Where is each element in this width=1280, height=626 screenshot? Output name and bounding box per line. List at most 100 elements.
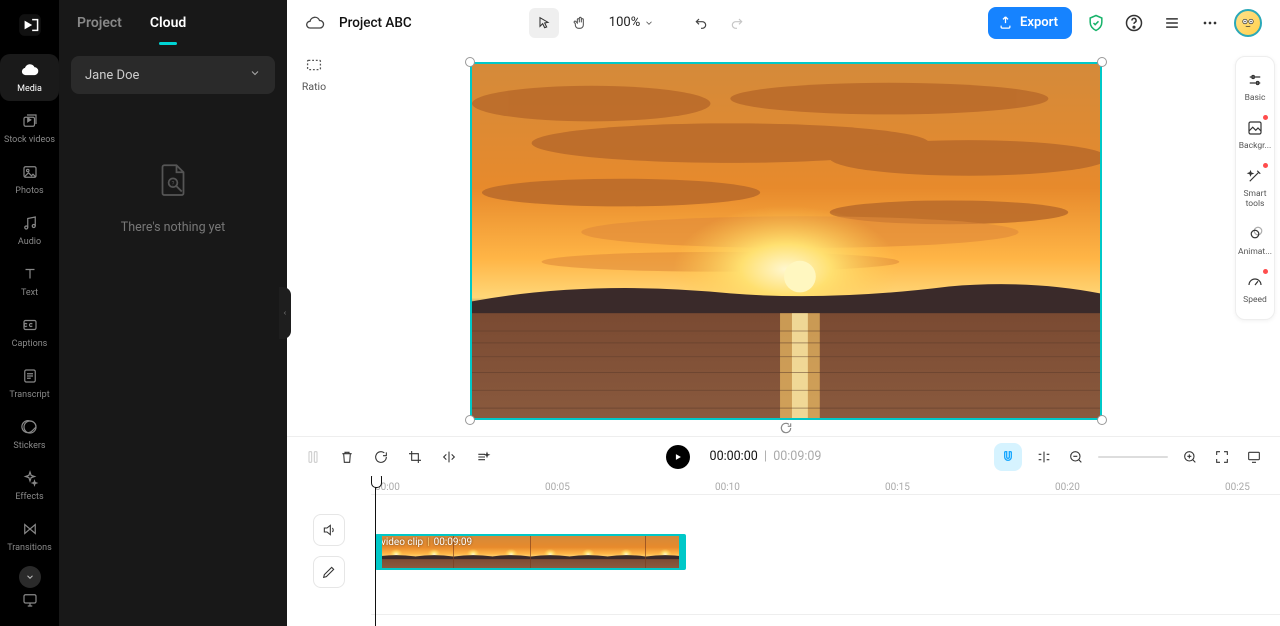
- nav-stickers[interactable]: Stickers: [0, 411, 59, 458]
- hand-tool-button[interactable]: [565, 8, 595, 38]
- selection-handle-bl[interactable]: [465, 415, 475, 425]
- sliders-icon: [1246, 71, 1264, 89]
- preview-stage[interactable]: [341, 46, 1230, 436]
- svg-text:?: ?: [172, 180, 175, 187]
- prop-speed[interactable]: Speed: [1236, 265, 1274, 313]
- help-icon[interactable]: [1120, 9, 1148, 37]
- nav-label: Effects: [15, 492, 43, 503]
- app-logo[interactable]: [13, 8, 47, 42]
- split-disabled-button: [303, 447, 323, 467]
- nav-audio[interactable]: Audio: [0, 207, 59, 254]
- chevron-down-icon: [249, 67, 261, 83]
- export-button[interactable]: Export: [988, 7, 1072, 39]
- rotate-handle[interactable]: [779, 421, 793, 435]
- nav-transitions[interactable]: Transitions: [0, 513, 59, 560]
- nav-expand-button[interactable]: [19, 566, 41, 588]
- nav-media[interactable]: Media: [0, 54, 59, 101]
- zoom-slider[interactable]: [1098, 456, 1168, 458]
- expand-button[interactable]: [1244, 447, 1264, 467]
- playhead[interactable]: [375, 476, 376, 626]
- nav-label: Media: [17, 84, 42, 95]
- clip-trim-right[interactable]: [679, 536, 684, 568]
- sparkle-icon: [20, 468, 40, 488]
- clip-length: 00:09:09: [434, 537, 473, 548]
- zoom-in-button[interactable]: [1180, 447, 1200, 467]
- nav-rail: Media Stock videos Photos Audio Text: [0, 0, 59, 626]
- ratio-button[interactable]: Ratio: [296, 54, 332, 436]
- prop-basic[interactable]: Basic: [1236, 63, 1274, 111]
- media-panel: Project Cloud Jane Doe ? There's nothing…: [59, 0, 287, 626]
- clip-name: video clip: [381, 537, 423, 548]
- zoom-out-button[interactable]: [1066, 447, 1086, 467]
- user-dropdown[interactable]: Jane Doe: [71, 56, 275, 94]
- prop-label: Speed: [1243, 295, 1267, 305]
- track-edit-button[interactable]: [313, 556, 345, 588]
- prop-animation[interactable]: Animat...: [1236, 217, 1274, 265]
- queue-icon[interactable]: [1158, 9, 1186, 37]
- magnet-icon: [1000, 449, 1016, 465]
- ratio-icon: [303, 54, 325, 76]
- selection-handle-tr[interactable]: [1097, 57, 1107, 67]
- tab-cloud[interactable]: Cloud: [150, 3, 186, 43]
- timeline-toolbar: 00:00:00 | 00:09:09: [287, 436, 1280, 476]
- panel-collapse-handle[interactable]: [279, 287, 291, 339]
- video-track[interactable]: video clip | 00:09:09: [371, 534, 1280, 574]
- nav-photos[interactable]: Photos: [0, 156, 59, 203]
- cloud-sync-icon[interactable]: [305, 13, 325, 33]
- undo-button[interactable]: [686, 8, 716, 38]
- ratio-label: Ratio: [302, 80, 326, 93]
- nav-captions[interactable]: Captions: [0, 309, 59, 356]
- text-icon: [20, 264, 40, 284]
- prop-background[interactable]: Backgr...: [1236, 111, 1274, 159]
- export-icon: [998, 15, 1013, 30]
- crop-button[interactable]: [405, 447, 425, 467]
- nav-text[interactable]: Text: [0, 258, 59, 305]
- timeline-scroll[interactable]: 00:00 00:05 00:10 00:15 00:20 00:25: [371, 476, 1280, 626]
- animation-icon: [1246, 225, 1264, 243]
- image-icon: [20, 162, 40, 182]
- video-clip[interactable]: video clip | 00:09:09: [375, 534, 686, 570]
- ruler-tick: 00:20: [1055, 482, 1080, 493]
- timeline-ruler[interactable]: 00:00 00:05 00:10 00:15 00:20 00:25: [371, 476, 1280, 502]
- fit-button[interactable]: [1212, 447, 1232, 467]
- speaker-icon: [321, 522, 337, 538]
- nav-label: Photos: [15, 186, 43, 197]
- nav-effects[interactable]: Effects: [0, 462, 59, 509]
- project-title[interactable]: Project ABC: [339, 15, 412, 31]
- nav-label: Text: [21, 288, 38, 299]
- play-button[interactable]: [666, 445, 690, 469]
- wand-icon: [1246, 167, 1264, 185]
- selection-handle-tl[interactable]: [465, 57, 475, 67]
- delete-button[interactable]: [337, 447, 357, 467]
- avatar[interactable]: [1234, 9, 1262, 37]
- canvas[interactable]: [470, 62, 1102, 420]
- ruler-tick: 00:25: [1225, 482, 1250, 493]
- nav-transcript[interactable]: Transcript: [0, 360, 59, 407]
- ruler-tick: 00:15: [885, 482, 910, 493]
- clip-trim-left[interactable]: [377, 536, 382, 568]
- clip-label: video clip | 00:09:09: [381, 537, 472, 548]
- zoom-dropdown[interactable]: 100%: [609, 15, 654, 30]
- more-icon[interactable]: [1196, 9, 1224, 37]
- nav-label: Transitions: [7, 543, 52, 554]
- tab-project[interactable]: Project: [77, 3, 122, 43]
- selection-handle-br[interactable]: [1097, 415, 1107, 425]
- enhance-button[interactable]: [473, 447, 493, 467]
- prop-label: Animat...: [1238, 247, 1272, 257]
- media-tabs: Project Cloud: [59, 0, 287, 46]
- prop-smart-tools[interactable]: Smart tools: [1236, 159, 1274, 217]
- cursor-tool-button[interactable]: [529, 8, 559, 38]
- track-mute-button[interactable]: [313, 514, 345, 546]
- split-clip-button[interactable]: [1034, 447, 1054, 467]
- shield-icon[interactable]: [1082, 9, 1110, 37]
- captions-icon: [20, 315, 40, 335]
- mirror-button[interactable]: [439, 447, 459, 467]
- pencil-icon: [321, 564, 337, 580]
- nav-stock-videos[interactable]: Stock videos: [0, 105, 59, 152]
- nav-label: Transcript: [9, 390, 49, 401]
- nav-bottom-button[interactable]: [0, 586, 59, 618]
- transition-icon: [20, 519, 40, 539]
- rotate-button[interactable]: [371, 447, 391, 467]
- snap-button[interactable]: [994, 443, 1022, 471]
- redo-button[interactable]: [722, 8, 752, 38]
